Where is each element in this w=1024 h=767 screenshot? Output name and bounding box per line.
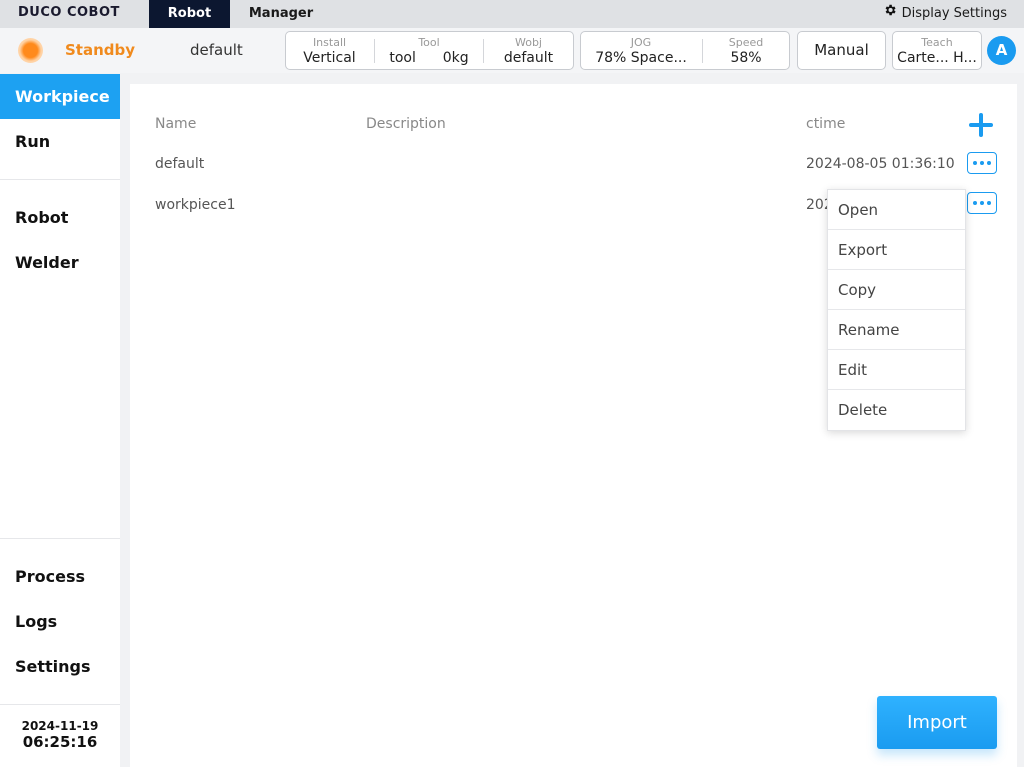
gear-icon [883, 0, 897, 28]
jog-percent: 78% [595, 50, 627, 66]
sidebar-item-process[interactable]: Process [0, 554, 120, 599]
menu-item-delete[interactable]: Delete [828, 390, 965, 430]
install-value: Vertical [303, 50, 356, 66]
sidebar-item-robot[interactable]: Robot [0, 195, 120, 240]
tool-name: tool [389, 50, 416, 66]
add-workpiece-button[interactable] [966, 110, 996, 140]
install-tool-wobj-panel[interactable]: Install Vertical Tool tool 0kg Wobj defa… [285, 31, 574, 70]
user-avatar[interactable]: A [987, 36, 1016, 65]
wobj-cell: Wobj default [484, 32, 573, 69]
speed-value: 58% [730, 50, 762, 66]
row-ctime: 2024-08-05 01:36:10 [806, 156, 955, 172]
sidebar-item-logs[interactable]: Logs [0, 599, 120, 644]
tab-manager[interactable]: Manager [240, 0, 322, 28]
tool-cell: Tool tool 0kg [375, 32, 483, 69]
teach-label: Teach [921, 36, 953, 49]
jog-label: JOG [630, 36, 652, 49]
row-more-button[interactable] [967, 152, 997, 174]
clock-date: 2024-11-19 [21, 719, 99, 733]
jog-speed-panel[interactable]: JOG 78% Space... Speed 58% [580, 31, 790, 70]
display-settings-button[interactable]: Display Settings [883, 0, 1007, 28]
column-header-name: Name [155, 116, 197, 132]
speed-cell: Speed 58% [703, 32, 789, 69]
sidebar-divider [0, 538, 120, 539]
tool-value: tool 0kg [375, 50, 483, 67]
teach-value: Carte... H... [897, 50, 977, 66]
clock-time: 06:25:16 [22, 733, 98, 751]
top-bar: DUCO COBOT Robot Manager Display Setting… [0, 0, 1024, 28]
tab-robot[interactable]: Robot [149, 0, 230, 28]
robot-state: Standby [65, 41, 136, 59]
more-dots-icon [973, 161, 977, 165]
system-clock: 2024-11-19 06:25:16 [0, 719, 120, 751]
jog-value: 78% Space... [581, 50, 701, 67]
status-bar: Standby default Install Vertical Tool to… [0, 28, 1024, 73]
menu-item-export[interactable]: Export [828, 230, 965, 270]
display-settings-label: Display Settings [901, 6, 1007, 21]
install-label: Install [312, 36, 347, 49]
menu-item-rename[interactable]: Rename [828, 310, 965, 350]
project-name: default [190, 41, 243, 59]
row-more-button[interactable] [967, 192, 997, 214]
row-name: workpiece1 [155, 197, 236, 213]
sidebar-item-welder[interactable]: Welder [0, 240, 120, 285]
column-header-description: Description [366, 116, 446, 132]
status-indicator-icon [18, 38, 43, 63]
import-button[interactable]: Import [877, 696, 997, 749]
sidebar-item-run[interactable]: Run [0, 119, 120, 164]
tool-payload: 0kg [442, 50, 469, 66]
wobj-value: default [503, 50, 554, 66]
more-dots-icon [973, 201, 977, 205]
jog-cell: JOG 78% Space... [581, 32, 701, 69]
teach-cell: Teach Carte... H... [893, 32, 981, 69]
sidebar-divider [0, 704, 120, 705]
menu-item-copy[interactable]: Copy [828, 270, 965, 310]
teach-panel[interactable]: Teach Carte... H... [892, 31, 982, 70]
menu-item-open[interactable]: Open [828, 190, 965, 230]
install-cell: Install Vertical [286, 32, 373, 69]
jog-mode: Space... [630, 50, 687, 66]
tool-label: Tool [418, 36, 440, 49]
brand-logo: DUCO COBOT [18, 5, 120, 20]
wobj-label: Wobj [514, 36, 542, 49]
sidebar-divider [0, 179, 120, 180]
row-context-menu: Open Export Copy Rename Edit Delete [827, 189, 966, 431]
sidebar-item-settings[interactable]: Settings [0, 644, 120, 689]
menu-item-edit[interactable]: Edit [828, 350, 965, 390]
row-name: default [155, 156, 205, 172]
column-header-ctime: ctime [806, 116, 846, 132]
speed-label: Speed [728, 36, 764, 49]
manual-mode-button[interactable]: Manual [797, 31, 886, 70]
sidebar: Workpiece Run Robot Welder Process Logs … [0, 74, 120, 767]
sidebar-item-workpiece[interactable]: Workpiece [0, 74, 120, 119]
